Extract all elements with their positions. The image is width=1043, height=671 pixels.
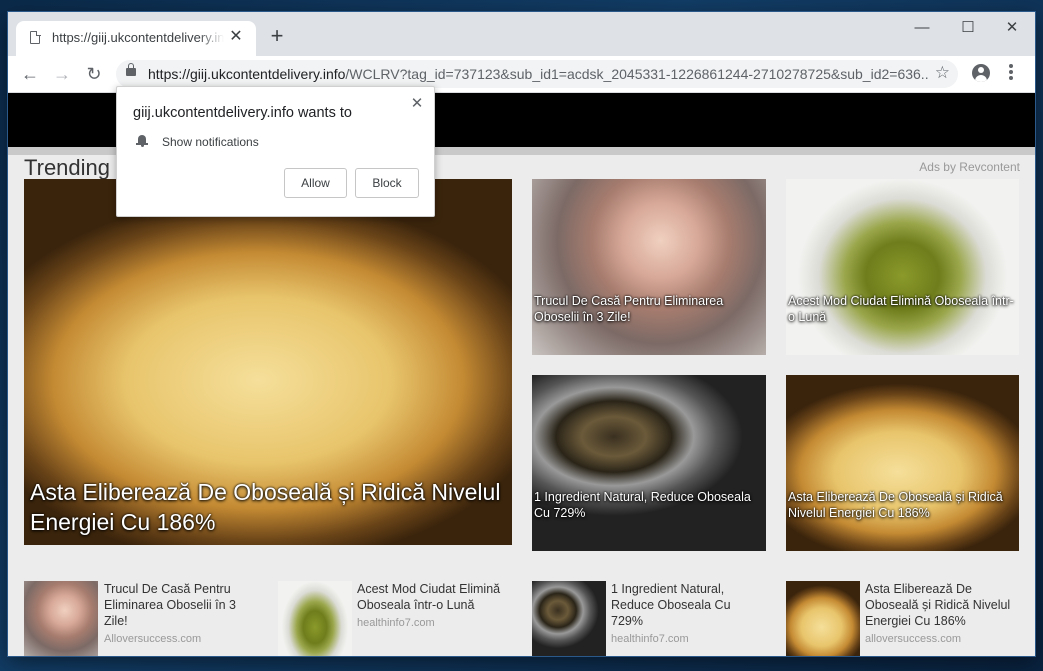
list-item-source: alloversuccess.com — [865, 633, 961, 645]
tab-close-icon[interactable]: ✕ — [226, 27, 246, 47]
list-item[interactable]: 1 Ingredient Natural, Reduce Oboseala Cu… — [611, 581, 751, 647]
ad-card-caption[interactable]: Acest Mod Ciudat Elimină Oboseala într-o… — [786, 293, 1019, 355]
url-domain: https://giij.ukcontentdelivery.info — [148, 66, 346, 82]
page-icon — [30, 30, 41, 44]
url-text[interactable]: https://giij.ukcontentdelivery.info/WCLR… — [148, 66, 928, 82]
list-thumb-woman[interactable] — [24, 581, 98, 656]
address-bar[interactable]: https://giij.ukcontentdelivery.info/WCLR… — [116, 60, 958, 88]
ad-card-seeds[interactable]: 1 Ingredient Natural, Reduce Oboseala Cu… — [532, 375, 766, 551]
maximize-button[interactable]: ☐ — [945, 12, 991, 44]
list-item[interactable]: Asta Eliberează De Oboseală și Ridică Ni… — [865, 581, 1017, 647]
tab-title: https://giij.ukcontentdelivery.info — [52, 30, 224, 45]
list-thumb-seeds[interactable] — [532, 581, 606, 656]
list-item-title[interactable]: Asta Eliberează De Oboseală și Ridică Ni… — [865, 581, 1017, 629]
list-item-source: healthinfo7.com — [611, 633, 689, 645]
bookmark-star-icon[interactable]: ☆ — [935, 63, 950, 83]
ads-attribution[interactable]: Ads by Revcontent — [919, 160, 1020, 174]
section-heading: Trending — [24, 155, 111, 180]
featured-ad-card[interactable]: Asta Eliberează De Oboseală și Ridică Ni… — [24, 179, 512, 545]
ad-card-caption[interactable]: Asta Eliberează De Oboseală și Ridică Ni… — [786, 489, 1019, 551]
ad-card-caption[interactable]: 1 Ingredient Natural, Reduce Oboseala Cu… — [532, 489, 766, 551]
notification-permission-popup: giij.ukcontentdelivery.info wants to ✕ S… — [116, 86, 435, 217]
bell-icon — [136, 135, 148, 147]
back-arrow-icon[interactable]: ← — [18, 62, 42, 86]
list-item-source: Alloversuccess.com — [104, 633, 202, 645]
list-item[interactable]: Trucul De Casă Pentru Eliminarea Oboseli… — [104, 581, 256, 647]
list-item-title[interactable]: Acest Mod Ciudat Elimină Oboseala într-o… — [357, 581, 509, 613]
allow-button[interactable]: Allow — [284, 168, 347, 198]
list-thumb-squash[interactable] — [786, 581, 860, 656]
block-button[interactable]: Block — [355, 168, 419, 198]
kebab-menu-icon[interactable] — [1006, 64, 1016, 84]
ad-card-squash[interactable]: Asta Eliberează De Oboseală și Ridică Ni… — [786, 375, 1019, 551]
list-item-source: healthinfo7.com — [357, 617, 435, 629]
permission-label: Show notifications — [162, 135, 259, 149]
list-item-title[interactable]: 1 Ingredient Natural, Reduce Oboseala Cu… — [611, 581, 751, 629]
reload-icon[interactable]: ↻ — [82, 62, 106, 86]
url-path: /WCLRV?tag_id=737123&sub_id1=acdsk_20453… — [345, 66, 928, 82]
minimize-button[interactable]: — — [899, 12, 945, 44]
new-tab-button[interactable]: + — [266, 25, 288, 47]
popup-close-icon[interactable]: ✕ — [408, 95, 426, 113]
ad-card-woman[interactable]: Trucul De Casă Pentru Eliminarea Oboseli… — [532, 179, 766, 355]
ad-card-plant[interactable]: Acest Mod Ciudat Elimină Oboseala într-o… — [786, 179, 1019, 355]
close-window-button[interactable]: ✕ — [989, 12, 1035, 44]
list-thumb-plant[interactable] — [278, 581, 352, 656]
tab-strip: https://giij.ukcontentdelivery.info ✕ + … — [8, 12, 1035, 56]
lock-icon[interactable] — [126, 63, 136, 76]
browser-window: https://giij.ukcontentdelivery.info ✕ + … — [8, 12, 1035, 656]
popup-title: giij.ukcontentdelivery.info wants to — [133, 105, 352, 121]
browser-tab[interactable]: https://giij.ukcontentdelivery.info ✕ — [16, 21, 256, 56]
featured-ad-caption[interactable]: Asta Eliberează De Oboseală și Ridică Ni… — [24, 477, 512, 545]
profile-avatar-icon[interactable] — [972, 64, 990, 82]
ad-card-caption[interactable]: Trucul De Casă Pentru Eliminarea Oboseli… — [532, 293, 766, 355]
list-item[interactable]: Acest Mod Ciudat Elimină Oboseala într-o… — [357, 581, 509, 631]
forward-arrow-icon[interactable]: → — [50, 62, 74, 86]
list-item-title[interactable]: Trucul De Casă Pentru Eliminarea Oboseli… — [104, 581, 256, 629]
